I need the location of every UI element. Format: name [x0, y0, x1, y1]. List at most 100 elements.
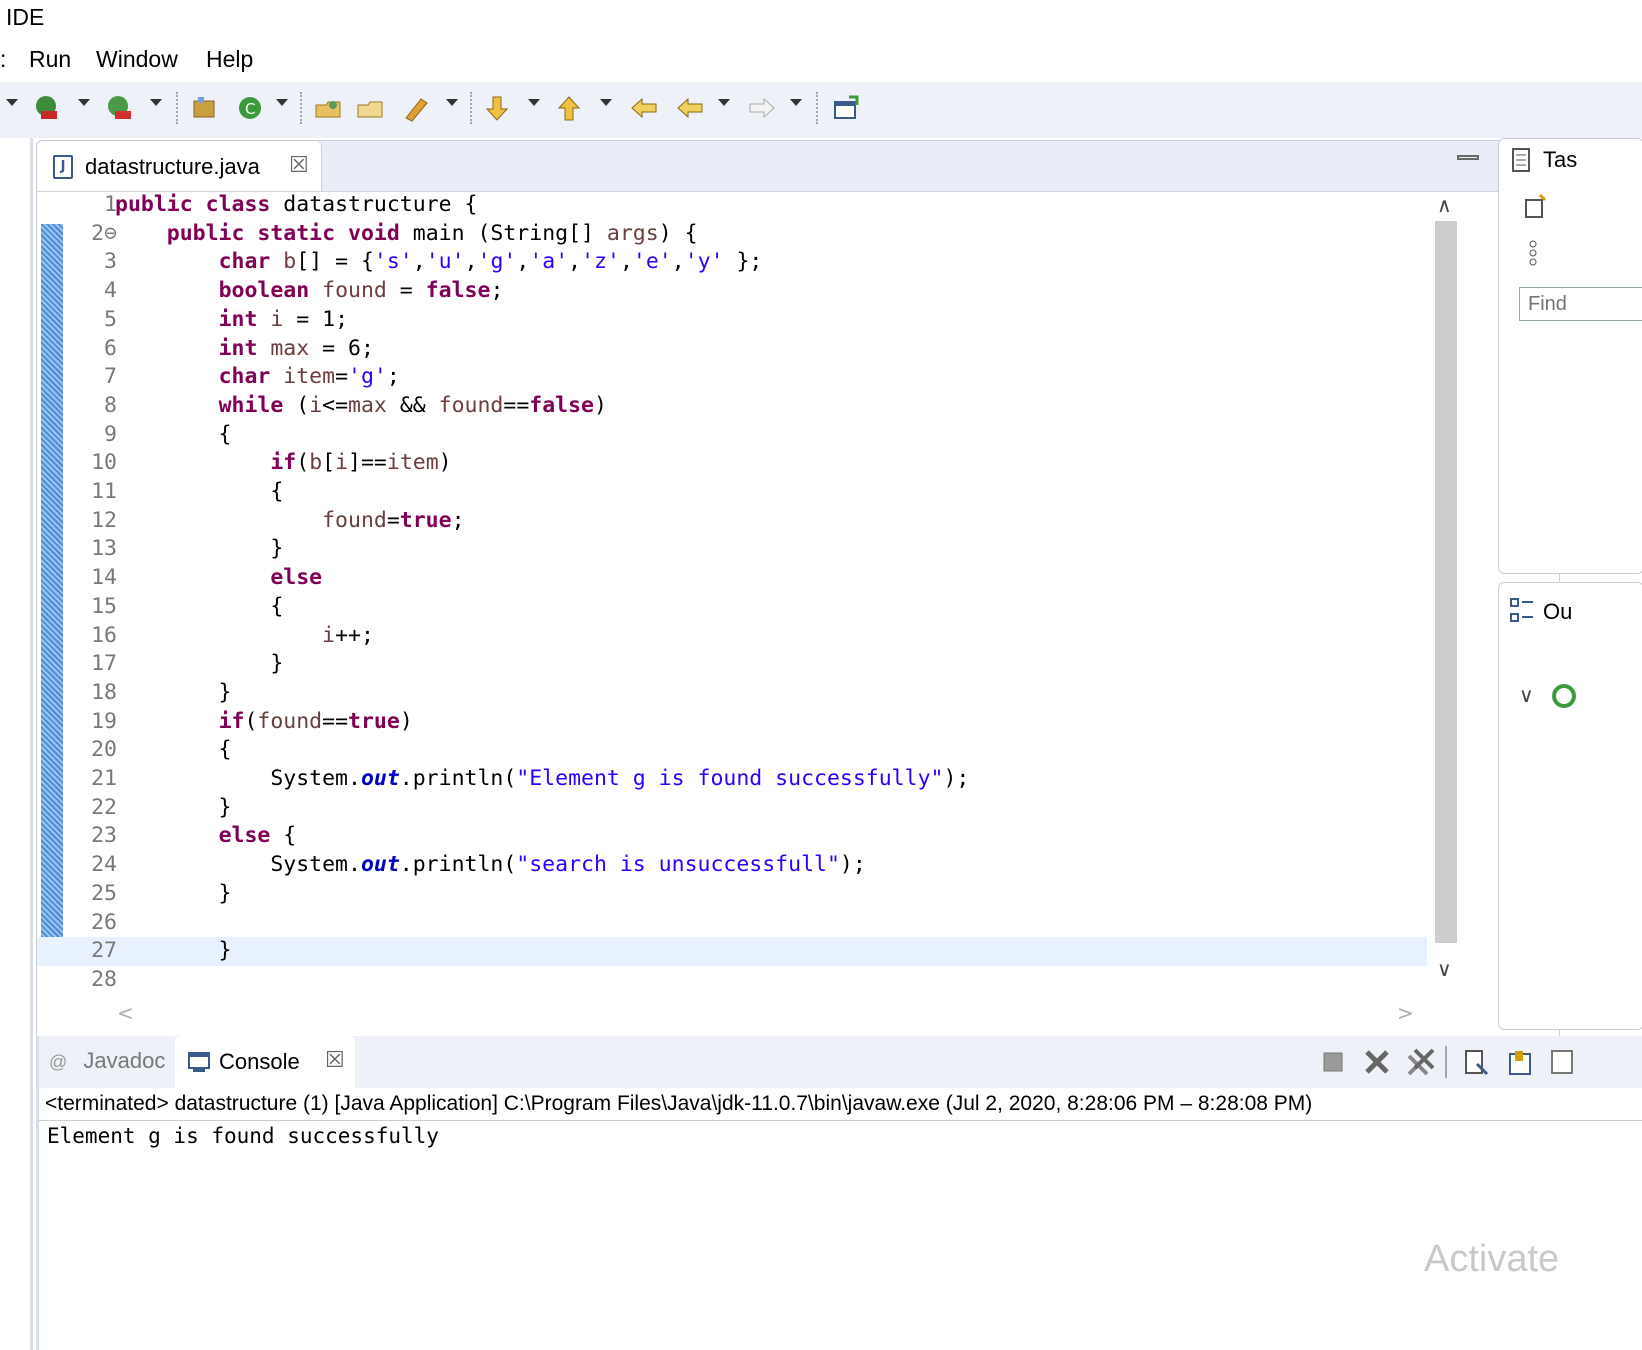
code-area[interactable]: 1 public class datastructure {2⊖ public s…	[37, 191, 1559, 1001]
search-icon[interactable]	[398, 90, 434, 126]
code-line[interactable]: 17 }	[37, 650, 1427, 679]
code-text: }	[115, 651, 284, 677]
line-number: 18	[91, 679, 117, 705]
chevron-down-icon[interactable]	[528, 99, 540, 106]
run-icon[interactable]	[102, 90, 138, 126]
code-line[interactable]: 27 }	[37, 937, 1427, 966]
minimize-icon[interactable]	[1457, 155, 1479, 160]
code-line[interactable]: 18 }	[37, 679, 1427, 708]
code-line[interactable]: 20 {	[37, 736, 1427, 765]
console-output[interactable]: Element g is found successfully	[47, 1124, 439, 1148]
code-line[interactable]: 16 i++;	[37, 622, 1427, 651]
chevron-right-icon[interactable]: >	[1397, 1001, 1414, 1025]
chevron-down-icon[interactable]: ∨	[1437, 957, 1452, 981]
console-divider	[39, 1120, 1642, 1121]
line-number: 19	[91, 708, 117, 734]
previous-annotation-icon[interactable]	[552, 90, 588, 126]
horizontal-scrollbar[interactable]: < >	[107, 1001, 1417, 1027]
new-java-package-icon[interactable]	[186, 90, 222, 126]
menu-item-window[interactable]: Window	[96, 46, 178, 73]
open-perspective-icon[interactable]	[828, 90, 864, 126]
code-line[interactable]: 12 found=true;	[37, 507, 1427, 536]
line-number: 8	[104, 392, 117, 418]
new-class-icon[interactable]: C	[232, 90, 268, 126]
menu-item-file[interactable]: :	[0, 46, 6, 73]
toolbar-separator	[470, 92, 472, 124]
back-icon[interactable]	[672, 90, 708, 126]
code-line[interactable]: 26	[37, 909, 1427, 938]
class-icon[interactable]	[1551, 683, 1577, 709]
remove-launch-icon[interactable]	[1363, 1048, 1391, 1076]
chevron-down-icon[interactable]	[446, 99, 458, 106]
code-line[interactable]: 3 char b[] = {'s','u','g','a','z','e','y…	[37, 248, 1427, 277]
code-line[interactable]: 6 int max = 6;	[37, 335, 1427, 364]
code-line[interactable]: 1 public class datastructure {	[37, 191, 1427, 220]
chevron-down-icon[interactable]	[276, 99, 288, 106]
chevron-down-icon[interactable]	[790, 99, 802, 106]
scrollbar-thumb[interactable]	[1435, 221, 1457, 943]
chevron-down-icon[interactable]: ∨	[1519, 683, 1534, 708]
code-line[interactable]: 5 int i = 1;	[37, 306, 1427, 335]
code-line[interactable]: 15 {	[37, 593, 1427, 622]
code-line[interactable]: 19 if(found==true)	[37, 708, 1427, 737]
new-task-icon[interactable]	[1523, 193, 1549, 219]
code-line[interactable]: 7 char item='g';	[37, 363, 1427, 392]
console-icon	[188, 1052, 210, 1072]
code-text: System.out.println("Element g is found s…	[115, 766, 970, 791]
chevron-down-icon[interactable]	[718, 99, 730, 106]
chevron-down-icon[interactable]	[600, 99, 612, 106]
tab-javadoc[interactable]: @ Javadoc	[49, 1048, 165, 1074]
code-text: }	[115, 880, 232, 906]
code-line[interactable]: 25 }	[37, 880, 1427, 909]
code-line[interactable]: 4 boolean found = false;	[37, 277, 1427, 306]
open-type-icon[interactable]	[310, 90, 346, 126]
code-line[interactable]: 23 else {	[37, 822, 1427, 851]
code-line[interactable]: 28	[37, 966, 1427, 995]
categorize-icon[interactable]	[1527, 239, 1541, 269]
code-line[interactable]: 24 System.out.println("search is unsucce…	[37, 851, 1427, 880]
forward-icon[interactable]	[744, 90, 780, 126]
last-edit-icon[interactable]	[626, 90, 662, 126]
outline-title[interactable]: Ou	[1543, 599, 1572, 625]
vertical-scrollbar[interactable]: ∧ ∨	[1433, 193, 1459, 983]
code-text: public static void main (String[] args) …	[166, 220, 698, 246]
close-icon[interactable]: ☒	[325, 1047, 345, 1073]
toolbar-separator	[176, 92, 178, 124]
remove-all-terminated-icon[interactable]	[1405, 1048, 1437, 1076]
chevron-down-icon[interactable]	[6, 99, 18, 106]
main-toolbar: C	[0, 82, 1642, 138]
scroll-lock-icon[interactable]	[1463, 1048, 1491, 1076]
code-text: if(found==true)	[218, 708, 413, 734]
chevron-down-icon[interactable]	[150, 99, 162, 106]
tab-console[interactable]: Console ☒	[175, 1036, 355, 1088]
code-line[interactable]: 21 System.out.println("Element g is foun…	[37, 765, 1427, 794]
code-line[interactable]: 11 {	[37, 478, 1427, 507]
code-line[interactable]: 22 }	[37, 794, 1427, 823]
line-number: 24	[91, 852, 117, 878]
close-icon[interactable]: ☒	[289, 152, 309, 178]
code-line[interactable]: 10 if(b[i]==item)	[37, 449, 1427, 478]
display-selected-console-icon[interactable]	[1549, 1048, 1577, 1076]
code-text: }	[115, 938, 232, 964]
code-line[interactable]: 8 while (i<=max && found==false)	[37, 392, 1427, 421]
tab-datastructure-java[interactable]: J datastructure.java ☒	[37, 141, 322, 191]
menu-item-run[interactable]: Run	[29, 46, 71, 73]
chevron-down-icon[interactable]	[78, 99, 90, 106]
debug-icon[interactable]	[30, 90, 66, 126]
menu-item-help[interactable]: Help	[206, 46, 253, 73]
code-text: }	[115, 679, 232, 705]
code-line[interactable]: 2⊖ public static void main (String[] arg…	[37, 220, 1427, 249]
terminate-icon[interactable]	[1321, 1050, 1345, 1074]
window-title: IDE	[6, 4, 45, 30]
line-number: 26	[91, 909, 117, 935]
open-task-icon[interactable]	[352, 90, 388, 126]
code-line[interactable]: 13 }	[37, 535, 1427, 564]
find-input[interactable]	[1519, 287, 1642, 321]
task-list-title[interactable]: Tas	[1543, 147, 1577, 173]
next-annotation-icon[interactable]	[480, 90, 516, 126]
chevron-up-icon[interactable]: ∧	[1437, 193, 1452, 217]
code-line[interactable]: 9 {	[37, 421, 1427, 450]
code-line[interactable]: 14 else	[37, 564, 1427, 593]
word-wrap-icon[interactable]	[1507, 1048, 1535, 1076]
chevron-left-icon[interactable]: <	[117, 1001, 134, 1025]
